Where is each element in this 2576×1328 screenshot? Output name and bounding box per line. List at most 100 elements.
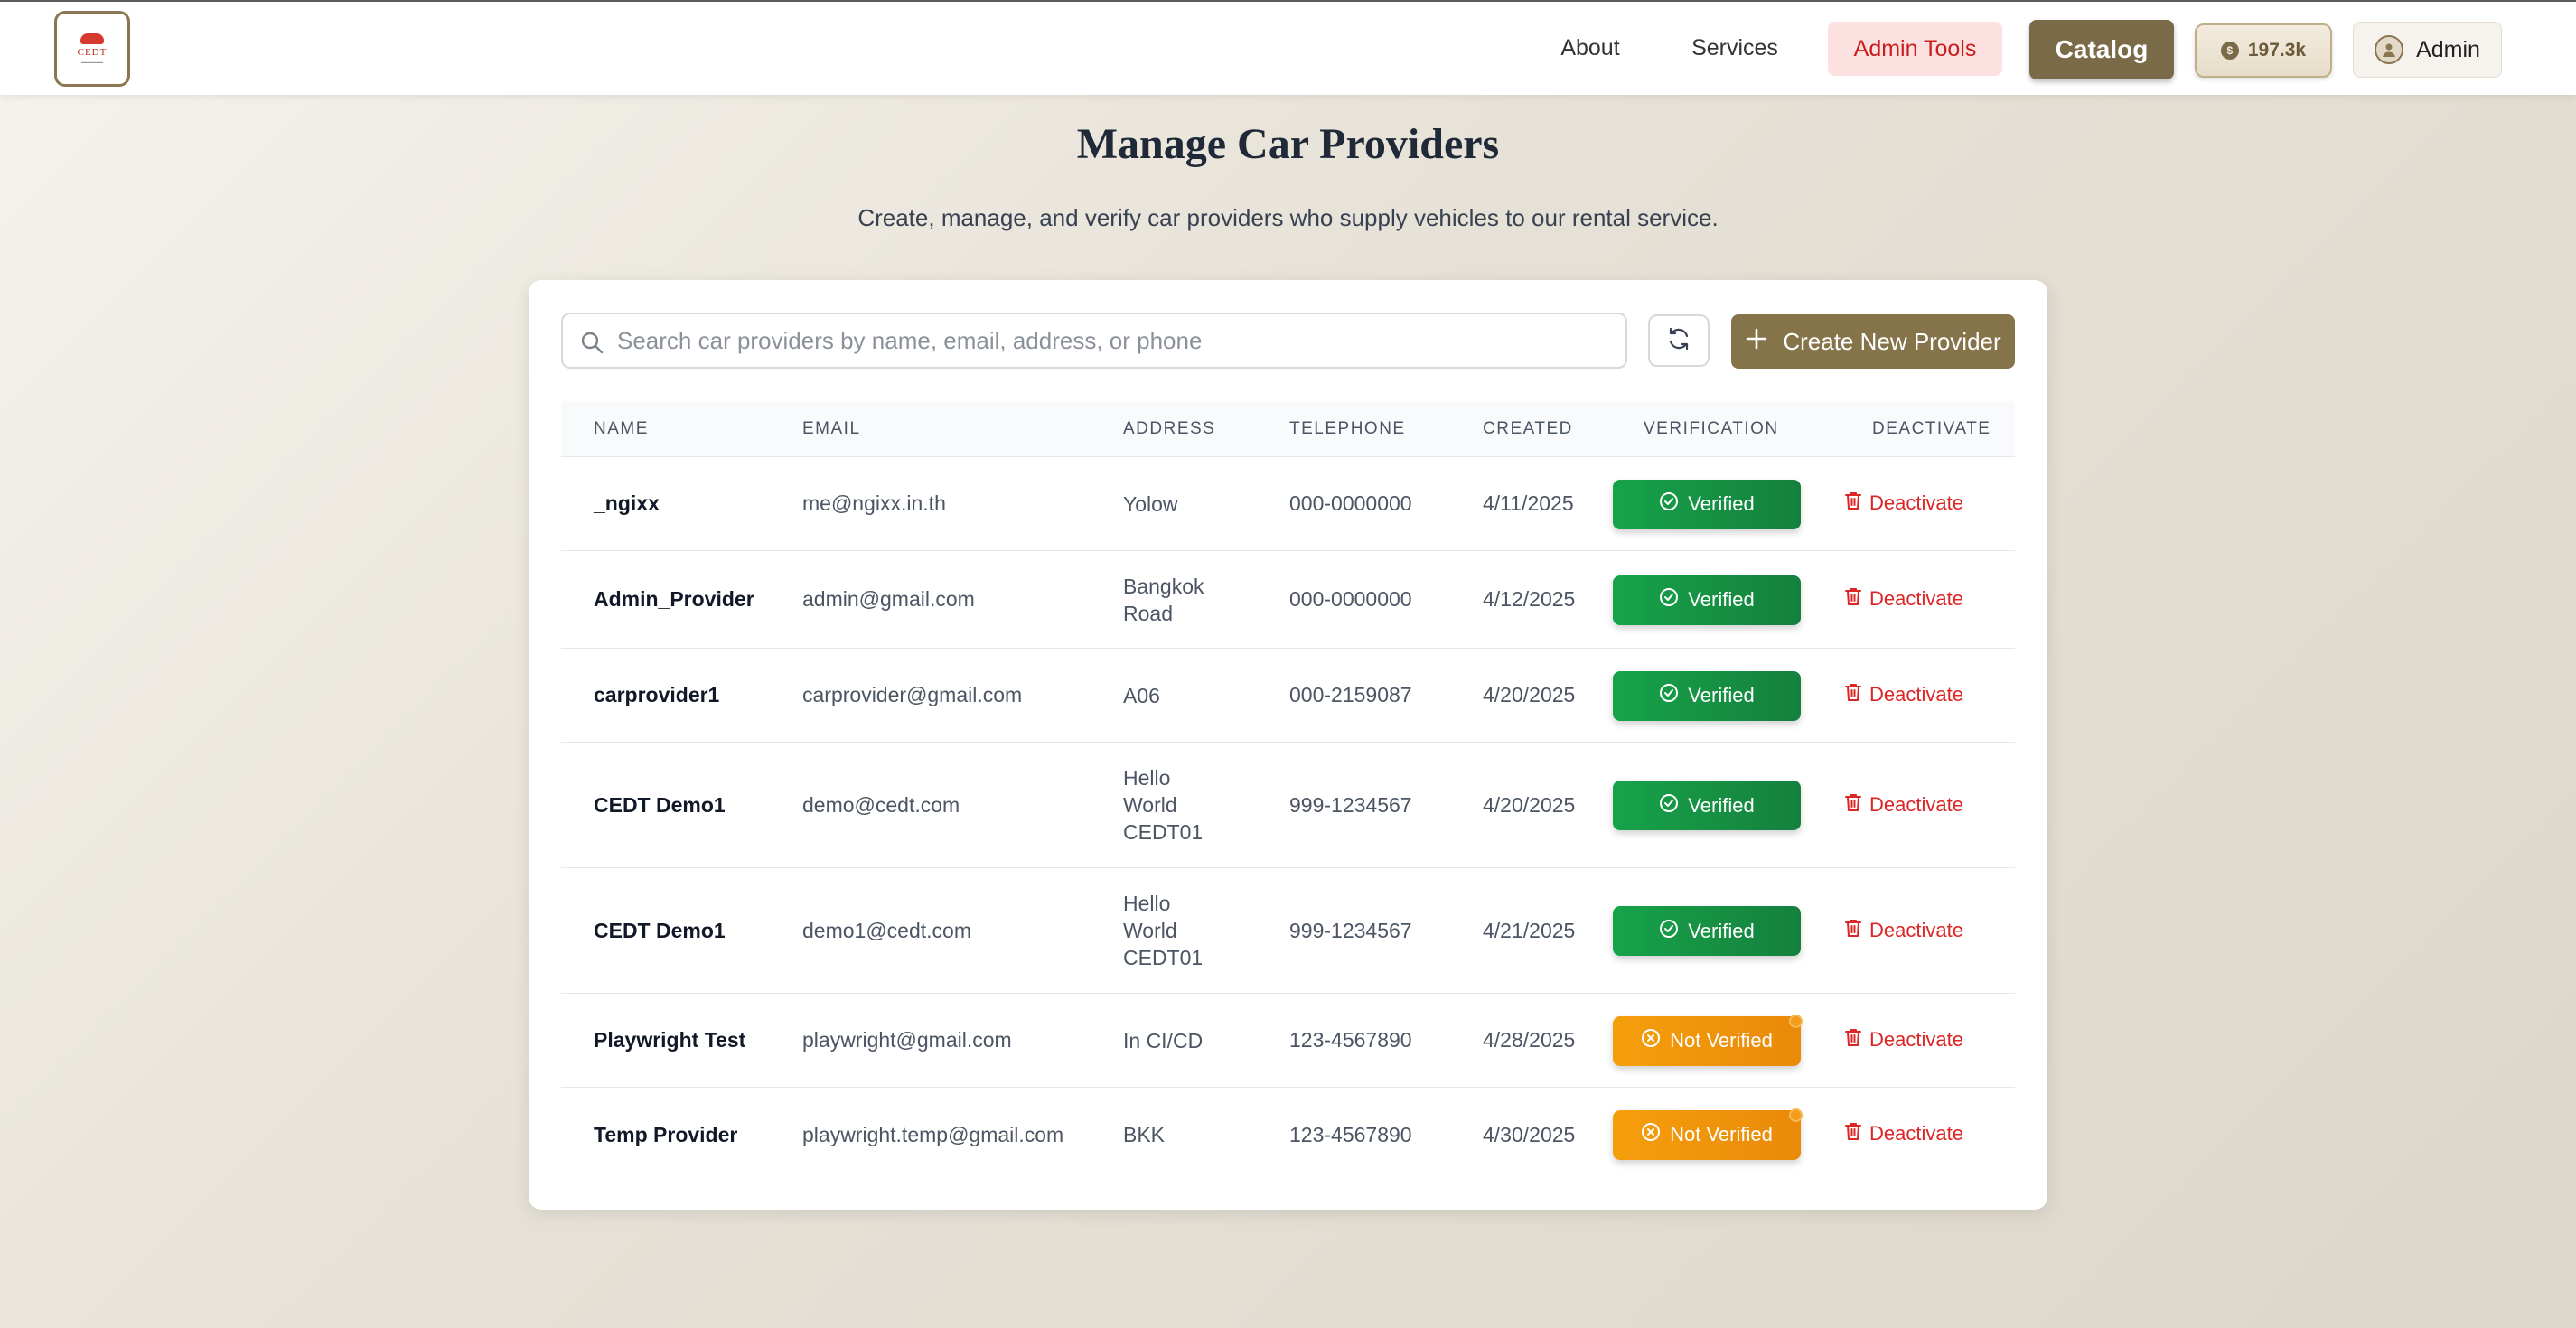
- address-line: In CI/CD: [1123, 1028, 1204, 1052]
- address-line: BKK: [1123, 1123, 1166, 1146]
- provider-created-date: 4/12/2025: [1483, 587, 1576, 611]
- column-header-verification[interactable]: VERIFICATION: [1644, 401, 1779, 457]
- car-logo-icon: [80, 33, 104, 44]
- column-header-name[interactable]: NAME: [594, 401, 649, 457]
- verified-badge[interactable]: Verified: [1613, 479, 1801, 529]
- deactivate-label: Deactivate: [1869, 1028, 1963, 1051]
- address-line: World: [1123, 793, 1177, 817]
- provider-telephone: 123-4567890: [1289, 1028, 1412, 1052]
- admin-tools-button[interactable]: Admin Tools: [1828, 22, 2002, 76]
- trash-icon: [1844, 1121, 1862, 1146]
- verification-label: Verified: [1688, 793, 1755, 817]
- deactivate-button[interactable]: Deactivate: [1844, 1027, 1963, 1052]
- refresh-icon: [1665, 325, 1692, 357]
- credits-badge[interactable]: $ 197.3k: [2195, 23, 2332, 78]
- deactivate-label: Deactivate: [1869, 1122, 1963, 1145]
- top-navbar: CEDT ▬▬▬▬▬▬ About Services Admin Tools C…: [0, 0, 2576, 95]
- provider-created-date: 4/28/2025: [1483, 1028, 1576, 1052]
- provider-telephone: 000-0000000: [1289, 491, 1412, 515]
- provider-name: carprovider1: [594, 683, 720, 706]
- provider-telephone: 000-2159087: [1289, 683, 1412, 706]
- nav-about-link[interactable]: About: [1536, 20, 1644, 76]
- column-header-deactivate[interactable]: DEACTIVATE: [1872, 401, 1991, 457]
- verification-label: Verified: [1688, 684, 1755, 706]
- deactivate-button[interactable]: Deactivate: [1844, 491, 1963, 516]
- provider-email: demo1@cedt.com: [802, 918, 971, 942]
- provider-address: BKK: [1123, 1088, 1165, 1182]
- user-name: Admin: [2416, 36, 2480, 62]
- provider-name: Admin_Provider: [594, 587, 754, 611]
- create-provider-button[interactable]: Create New Provider: [1731, 314, 2015, 369]
- user-menu-button[interactable]: Admin: [2353, 22, 2502, 78]
- check-circle-icon: [1659, 491, 1679, 517]
- address-line: Bangkok: [1123, 574, 1204, 598]
- page-subtitle: Create, manage, and verify car providers…: [857, 204, 1719, 231]
- table-row: Playwright Test playwright@gmail.com In CI…: [561, 994, 2015, 1088]
- coin-icon: $: [2220, 42, 2239, 60]
- verification-label: Not Verified: [1670, 1123, 1773, 1146]
- provider-name: CEDT Demo1: [594, 792, 726, 817]
- deactivate-button[interactable]: Deactivate: [1844, 682, 1963, 707]
- provider-created-date: 4/21/2025: [1483, 918, 1576, 942]
- provider-address: Hello World CEDT01: [1123, 868, 1203, 993]
- table-row: CEDT Demo1 demo1@cedt.com Hello World CEDT01…: [561, 868, 2015, 994]
- table-row: CEDT Demo1 demo@cedt.com Hello World CEDT01 9…: [561, 743, 2015, 868]
- trash-icon: [1844, 792, 1862, 818]
- trash-icon: [1844, 586, 1862, 612]
- check-circle-icon: [1659, 793, 1679, 818]
- table-row: carprovider1 carprovider@gmail.com A06 000-…: [561, 649, 2015, 743]
- verified-badge[interactable]: Verified: [1613, 906, 1801, 956]
- providers-card: Create New Provider NAME EMAIL ADDRESS T…: [529, 280, 2047, 1210]
- verified-badge[interactable]: Verified: [1613, 575, 1801, 625]
- notification-dot: [1789, 1108, 1803, 1122]
- provider-email: playwright.temp@gmail.com: [802, 1122, 1064, 1146]
- address-line: A06: [1123, 683, 1160, 707]
- address-line: CEDT01: [1123, 946, 1204, 969]
- search-icon: [579, 330, 604, 360]
- verification-label: Not Verified: [1670, 1029, 1773, 1052]
- deactivate-button[interactable]: Deactivate: [1844, 918, 1963, 943]
- provider-name: CEDT Demo1: [594, 918, 726, 942]
- deactivate-button[interactable]: Deactivate: [1844, 586, 1963, 612]
- verified-badge[interactable]: Verified: [1613, 781, 1801, 830]
- deactivate-label: Deactivate: [1869, 918, 1963, 941]
- x-circle-icon: [1641, 1028, 1661, 1053]
- search-box[interactable]: [561, 313, 1627, 369]
- trash-icon: [1844, 918, 1862, 943]
- column-header-address[interactable]: ADDRESS: [1123, 401, 1215, 457]
- verified-badge[interactable]: Verified: [1613, 670, 1801, 721]
- logo-tagline-mark: ▬▬▬▬▬▬: [81, 60, 103, 64]
- deactivate-button[interactable]: Deactivate: [1844, 792, 1963, 818]
- column-header-created[interactable]: CREATED: [1483, 401, 1573, 457]
- address-line: Hello: [1123, 892, 1171, 915]
- table-header: NAME EMAIL ADDRESS TELEPHONE CREATED VER…: [561, 401, 2015, 457]
- not-verified-badge[interactable]: Not Verified: [1613, 1014, 1803, 1066]
- provider-email: playwright@gmail.com: [802, 1028, 1012, 1052]
- deactivate-label: Deactivate: [1869, 683, 1963, 706]
- address-line: Yolow: [1123, 491, 1178, 516]
- column-header-email[interactable]: EMAIL: [802, 401, 861, 457]
- trash-icon: [1844, 1027, 1862, 1052]
- column-header-telephone[interactable]: TELEPHONE: [1289, 401, 1406, 457]
- address-line: Road: [1123, 601, 1173, 625]
- provider-email: carprovider@gmail.com: [802, 683, 1023, 706]
- logo-text: CEDT: [77, 47, 108, 58]
- provider-telephone: 999-1234567: [1289, 918, 1412, 942]
- user-avatar-icon: [2375, 35, 2404, 64]
- refresh-button[interactable]: [1648, 314, 1710, 367]
- logo[interactable]: CEDT ▬▬▬▬▬▬: [54, 11, 130, 87]
- page-title: Manage Car Providers: [1076, 120, 1500, 168]
- provider-created-date: 4/11/2025: [1483, 491, 1574, 515]
- deactivate-button[interactable]: Deactivate: [1844, 1121, 1963, 1146]
- not-verified-badge[interactable]: Not Verified: [1613, 1108, 1803, 1160]
- provider-name: Playwright Test: [594, 1028, 746, 1052]
- nav-services-link[interactable]: Services: [1676, 20, 1794, 76]
- provider-created-date: 4/20/2025: [1483, 792, 1576, 817]
- create-provider-label: Create New Provider: [1783, 327, 2001, 355]
- provider-address: Hello World CEDT01: [1123, 743, 1203, 867]
- search-input[interactable]: [617, 314, 1611, 367]
- provider-address: Yolow: [1123, 457, 1178, 550]
- table-row: Temp Provider playwright.temp@gmail.com BK…: [561, 1088, 2015, 1182]
- catalog-button[interactable]: Catalog: [2029, 20, 2174, 79]
- provider-address: In CI/CD: [1123, 994, 1203, 1087]
